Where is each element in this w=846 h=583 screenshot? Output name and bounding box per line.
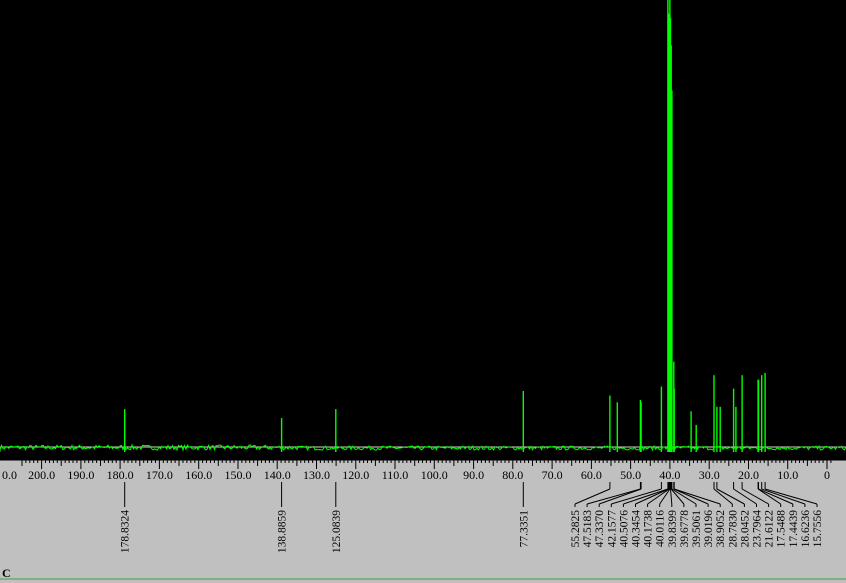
peak-label: 16.6236 (800, 510, 812, 548)
peak-label: 40.3454 (631, 510, 643, 548)
x-tick-label: 0 (824, 468, 830, 482)
x-tick-label: 170.0 (146, 468, 173, 482)
peak-label: 38.9052 (715, 510, 727, 548)
peak-label: 47.5183 (582, 510, 594, 548)
x-tick-label: 50.0 (620, 468, 641, 482)
peak-label: 42.1577 (606, 510, 618, 548)
peak-label: 125.0839 (331, 510, 343, 553)
nmr-spectrum-chart: 0.0 200.0 190.0 180.0 170.0 160.0 150.0 140.0 13… (0, 0, 846, 583)
x-tick-label: 20.0 (738, 468, 759, 482)
peak-label: 15.7556 (812, 510, 824, 548)
peak-label: 40.0116 (655, 510, 667, 547)
peak-label: 39.6778 (679, 510, 691, 548)
peak-label: 28.7830 (727, 510, 739, 548)
x-tick-label: 100.0 (421, 468, 448, 482)
peak-label: 21.6122 (764, 510, 776, 548)
peak-label: 138.8859 (277, 510, 289, 553)
peak-label: 55.2825 (570, 510, 582, 548)
nucleus-label: C (2, 566, 11, 580)
x-tick-label: 200.0 (28, 468, 55, 482)
x-tick-label: 0.0 (2, 468, 17, 482)
x-tick-label: 70.0 (542, 468, 563, 482)
x-tick-label: 110.0 (382, 468, 409, 482)
x-tick-label: 180.0 (107, 468, 134, 482)
peak-label: 47.3370 (594, 510, 606, 548)
x-tick-label: 80.0 (502, 468, 523, 482)
peak-label: 39.5061 (691, 510, 703, 548)
peak-label: 178.8324 (120, 510, 132, 553)
peak-label: 28.0452 (739, 510, 751, 548)
peak-label: 40.1738 (643, 510, 655, 548)
x-tick-label: 60.0 (581, 468, 602, 482)
x-tick-label: 150.0 (225, 468, 252, 482)
peak-label: 40.5076 (618, 510, 630, 548)
x-tick-label: 120.0 (342, 468, 369, 482)
x-tick-label: 190.0 (67, 468, 94, 482)
x-tick-label: 30.0 (699, 468, 720, 482)
x-tick-label: 90.0 (463, 468, 484, 482)
peak-label: 17.5488 (776, 510, 788, 548)
peak-label: 77.3351 (518, 510, 530, 548)
peak-label: 23.7964 (752, 510, 764, 548)
plot-area-background (0, 0, 846, 460)
x-tick-label: 130.0 (303, 468, 330, 482)
peak-label: 39.8399 (667, 510, 679, 548)
x-tick-label: 160.0 (185, 468, 212, 482)
x-tick-label: 40.0 (659, 468, 680, 482)
x-tick-label: 140.0 (264, 468, 291, 482)
x-tick-label: 10.0 (777, 468, 798, 482)
peak-label: 39.0196 (703, 510, 715, 548)
peak-label: 17.4439 (788, 510, 800, 548)
